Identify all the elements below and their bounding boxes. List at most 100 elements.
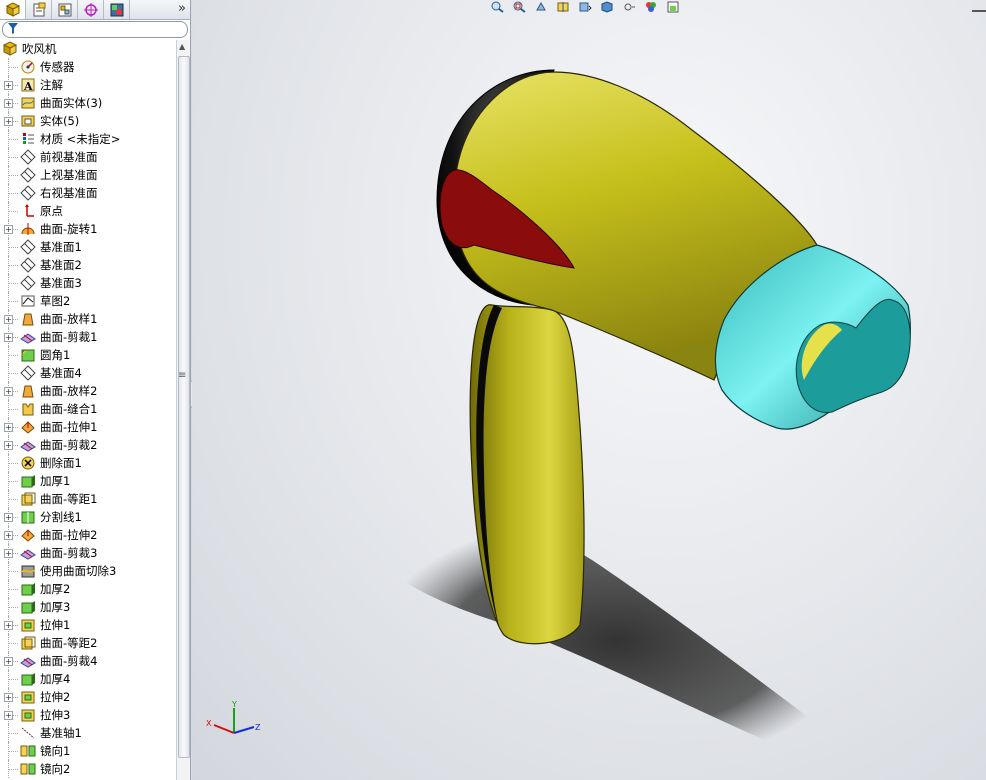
tree-item-label: 曲面-放样2	[40, 384, 98, 398]
plane-icon	[20, 257, 36, 273]
display-manager-icon	[110, 3, 123, 16]
tree-item[interactable]: + 曲面-旋转1	[0, 220, 176, 238]
material-icon	[20, 131, 36, 147]
tree-scrollbar[interactable]: ▲	[176, 40, 190, 780]
z-axis-line	[233, 726, 255, 734]
tree-connector	[9, 211, 18, 213]
expand-toggle-icon[interactable]: +	[4, 99, 13, 108]
tree-item[interactable]: 基准面4	[0, 364, 176, 382]
expand-toggle-icon[interactable]: +	[4, 315, 13, 324]
expand-toggle-icon[interactable]: +	[4, 621, 13, 630]
tree-item[interactable]: 基准面1	[0, 238, 176, 256]
tree-item[interactable]: 草图2	[0, 292, 176, 310]
tree-item[interactable]: 材质 <未指定>	[0, 130, 176, 148]
tree-item[interactable]: 前视基准面	[0, 148, 176, 166]
y-axis-label: Y	[231, 700, 237, 709]
tree-item[interactable]: 删除面1	[0, 454, 176, 472]
tree-item-label: 曲面-等距1	[40, 492, 98, 506]
surface-offset-icon	[20, 491, 36, 507]
expand-toggle-icon[interactable]: +	[4, 657, 13, 666]
tree-item[interactable]: 曲面-缝合1	[0, 400, 176, 418]
tree-item[interactable]: + 曲面-剪裁3	[0, 544, 176, 562]
tree-connector	[9, 67, 18, 69]
graphics-viewport[interactable]: Y X Z	[192, 0, 986, 780]
expand-toggle-icon[interactable]: +	[4, 387, 13, 396]
tree-item[interactable]: + 拉伸3	[0, 706, 176, 724]
tree-item[interactable]: 基准轴1	[0, 724, 176, 742]
tree-item[interactable]: + 曲面-剪裁1	[0, 328, 176, 346]
filter-icon	[8, 23, 18, 34]
tree-item[interactable]: 曲面-等距1	[0, 490, 176, 508]
scroll-up-icon[interactable]: ▲	[179, 42, 185, 51]
tree-connector	[9, 481, 18, 483]
tree-item[interactable]: 上视基准面	[0, 166, 176, 184]
tree-item[interactable]: 传感器	[0, 58, 176, 76]
tree-item-label: 镜向1	[40, 744, 71, 758]
tree-item[interactable]: 镜向1	[0, 742, 176, 760]
expand-toggle-icon[interactable]: +	[4, 693, 13, 702]
tree-item[interactable]: + 曲面-放样2	[0, 382, 176, 400]
tree-item[interactable]: + 分割线1	[0, 508, 176, 526]
expand-toggle-icon[interactable]: +	[4, 549, 13, 558]
tab-feature-manager[interactable]	[0, 0, 26, 19]
expand-toggle-icon[interactable]: +	[4, 333, 13, 342]
surface-offset-icon	[20, 635, 36, 651]
z-axis-label: Z	[255, 723, 261, 732]
tree-item[interactable]: + 实体(5)	[0, 112, 176, 130]
tree-item-label: 加厚4	[40, 672, 71, 686]
mirror-icon	[20, 743, 36, 759]
tree-item[interactable]: 镜向2	[0, 760, 176, 778]
tab-display-manager[interactable]	[104, 0, 130, 19]
expand-toggle-icon[interactable]: +	[4, 441, 13, 450]
tree-item[interactable]: 原点	[0, 202, 176, 220]
tree-item[interactable]: 圆角1	[0, 346, 176, 364]
tree-connector	[9, 301, 18, 303]
tree-item[interactable]: 加厚4	[0, 670, 176, 688]
expand-toggle-icon[interactable]: +	[4, 513, 13, 522]
tree-item[interactable]: + 曲面-拉伸2	[0, 526, 176, 544]
expand-toggle-icon[interactable]: +	[4, 711, 13, 720]
collapse-panel-icon[interactable]: ≡	[178, 370, 186, 381]
expand-toggle-icon[interactable]: +	[4, 81, 13, 90]
tree-item-label: 基准轴1	[40, 726, 82, 740]
expand-toggle-icon[interactable]: +	[4, 225, 13, 234]
tab-dimxpert[interactable]	[78, 0, 104, 19]
tree-item[interactable]: + 曲面-放样1	[0, 310, 176, 328]
tree-item[interactable]: 加厚2	[0, 580, 176, 598]
tree-item[interactable]: + 曲面实体(3)	[0, 94, 176, 112]
tree-item[interactable]: + 拉伸1	[0, 616, 176, 634]
tree-item[interactable]: 曲面-等距2	[0, 634, 176, 652]
sketch-icon	[20, 293, 36, 309]
expand-toggle-icon[interactable]: +	[4, 117, 13, 126]
tree-item[interactable]: + 拉伸2	[0, 688, 176, 706]
expand-toggle-icon[interactable]: +	[4, 531, 13, 540]
tree-item[interactable]: 基准面3	[0, 274, 176, 292]
tree-item[interactable]: 基准面2	[0, 256, 176, 274]
tree-item[interactable]: 加厚1	[0, 472, 176, 490]
tab-property-manager[interactable]	[26, 0, 52, 19]
tree-connector	[9, 607, 18, 609]
tree-item-label: 拉伸3	[40, 708, 71, 722]
tree-item[interactable]: 加厚3	[0, 598, 176, 616]
tree-item-label: 前视基准面	[40, 150, 98, 164]
tree-scrollbar-thumb[interactable]	[178, 56, 190, 758]
surface-knit-icon	[20, 401, 36, 417]
surface-extrude-icon	[20, 419, 36, 435]
tree-item[interactable]: 使用曲面切除3	[0, 562, 176, 580]
tree-item[interactable]: + 曲面-剪裁4	[0, 652, 176, 670]
tree-item[interactable]: 右视基准面	[0, 184, 176, 202]
tree-item[interactable]: + 曲面-拉伸1	[0, 418, 176, 436]
filter-input[interactable]	[2, 21, 188, 38]
tab-configuration-manager[interactable]	[52, 0, 78, 19]
tree-item[interactable]: + 曲面-剪裁2	[0, 436, 176, 454]
tree-item-label: 基准面4	[40, 366, 82, 380]
more-tabs-icon[interactable]: »	[178, 1, 186, 16]
tree-connector	[9, 571, 18, 573]
tree-root-item[interactable]: 吹风机	[0, 40, 176, 58]
tree-filter[interactable]	[2, 21, 188, 38]
tree-item[interactable]: + A 注解	[0, 76, 176, 94]
expand-toggle-icon[interactable]: +	[4, 423, 13, 432]
tree-item-label: 曲面-放样1	[40, 312, 98, 326]
tree-item-label: 曲面实体(3)	[40, 96, 103, 110]
solid-body-icon	[20, 113, 36, 129]
